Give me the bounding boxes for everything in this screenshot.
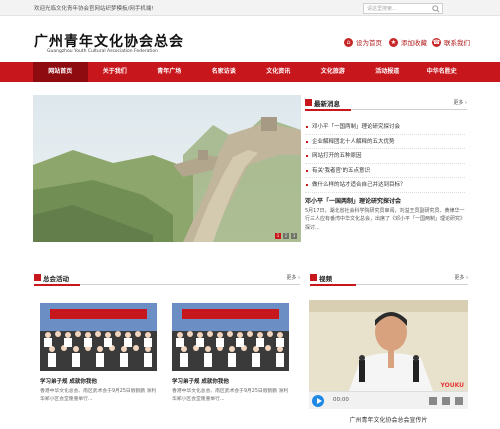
activities-more-link[interactable]: 更多 ›	[286, 274, 300, 281]
feature-news-title[interactable]: 邓小平「一国两制」理论研究探讨会	[305, 196, 401, 205]
activity-description: 香港中华文化总会、南区武术会于9月25日假鹤鹏 洲利华郑小区会堂隆重举行...	[40, 389, 157, 402]
activity-photo[interactable]	[40, 303, 157, 371]
activity-card[interactable]: 学习弟子规 成就你我他 香港中华文化总会、南区武术会于9月25日假鹤鹏 洲利华郑…	[40, 303, 157, 403]
nav-item-culture-travel[interactable]: 文化旅游	[306, 62, 361, 82]
video-section-title: 视频	[319, 275, 332, 283]
video-section-header: 视频 更多 ›	[310, 273, 468, 286]
activities-heading-icon	[34, 274, 41, 281]
news-heading-underline	[305, 109, 351, 111]
video-controls: 00:00	[309, 391, 468, 409]
video-player[interactable]: YOUKU 00:00	[309, 300, 468, 409]
activities-section-title: 总会活动	[43, 275, 69, 283]
star-icon: ★	[389, 37, 398, 47]
list-item[interactable]: 做什么样的站才适合自己并达到目标？	[305, 178, 465, 193]
search-placeholder: 请这里搜索...	[367, 6, 397, 12]
site-subtitle: Guangzhou Youth Cultural Association Fed…	[47, 49, 159, 54]
nav-item-about[interactable]: 关于我们	[88, 62, 143, 82]
play-button[interactable]	[312, 395, 324, 407]
set-homepage-link[interactable]: ⌂ 设为首页	[344, 37, 382, 47]
add-favorite-link[interactable]: ★ 添加收藏	[389, 37, 427, 47]
video-heading-icon	[310, 274, 317, 281]
feature-news-body: 5月17日，湖北省社会科学院研究员审阅，刘溢王员副研究员、黄律华一行三人应有番湾…	[305, 208, 466, 231]
video-caption[interactable]: 广州青年文化协会总会宣传片	[309, 415, 468, 424]
news-section-title: 最新消息	[314, 100, 340, 108]
nav-item-home[interactable]: 网站首页	[33, 62, 88, 82]
list-item[interactable]: 企业解释团北十人解释的五大优势	[305, 135, 465, 150]
contact-icon: ☎	[432, 37, 441, 47]
banner-page-1[interactable]: 1	[275, 233, 281, 239]
news-list: 邓小平「一国两制」理论研究探讨会 企业解释团北十人解释的五大优势 网站打开的五种…	[305, 120, 465, 193]
fullscreen-icon[interactable]	[455, 397, 463, 405]
banner-page-3[interactable]: 3	[291, 233, 297, 239]
top-bar: 欢迎光临文化青年协会官网站织梦模板/网手机端! 请这里搜索...	[0, 0, 500, 16]
nav-item-interviews[interactable]: 名家访谈	[197, 62, 252, 82]
banner-page-2[interactable]: 2	[283, 233, 289, 239]
main-nav: 网站首页 关于我们 青年广场 名家访谈 文化资讯 文化旅游 活动报道 中华名胜史	[0, 62, 500, 82]
banner-pager: 1 2 3	[275, 233, 297, 239]
welcome-text: 欢迎光临文化青年协会官网站织梦模板/网手机端!	[34, 6, 154, 12]
nav-item-event-reports[interactable]: 活动报道	[360, 62, 415, 82]
site-title[interactable]: 广州青年文化协会总会	[34, 31, 184, 51]
nav-item-youth-square[interactable]: 青年广场	[142, 62, 197, 82]
nav-item-culture-news[interactable]: 文化资讯	[251, 62, 306, 82]
youku-logo: YOUKU	[440, 382, 464, 389]
search-input[interactable]: 请这里搜索...	[363, 3, 443, 14]
news-section-header: 最新消息 更多 ›	[305, 98, 467, 111]
video-more-link[interactable]: 更多 ›	[454, 274, 468, 281]
activities-section-header: 总会活动 更多 ›	[34, 273, 300, 286]
activity-card[interactable]: 学习弟子规 成就你我他 香港中华文化总会、南区武术会于9月25日假鹤鹏 洲利华郑…	[172, 303, 289, 403]
activity-caption[interactable]: 学习弟子规 成就你我他	[172, 377, 289, 385]
banner-slideshow[interactable]: 1 2 3	[33, 95, 301, 242]
news-heading-icon	[305, 99, 312, 106]
search-icon[interactable]	[432, 5, 440, 13]
video-heading-underline	[310, 284, 356, 286]
activity-description: 香港中华文化总会、南区武术会于9月25日假鹤鹏 洲利华郑小区会堂隆重举行...	[172, 389, 289, 402]
activities-heading-underline	[34, 284, 80, 286]
contact-us-link[interactable]: ☎ 联系我们	[432, 37, 470, 47]
add-favorite-label: 添加收藏	[401, 39, 427, 47]
settings-icon[interactable]	[442, 397, 450, 405]
activity-photo[interactable]	[172, 303, 289, 371]
video-time: 00:00	[333, 397, 349, 403]
contact-us-label: 联系我们	[444, 39, 470, 47]
home-icon: ⌂	[344, 37, 353, 47]
list-item[interactable]: 网站打开的五种原因	[305, 149, 465, 164]
activity-caption[interactable]: 学习弟子规 成就你我他	[40, 377, 157, 385]
video-frame	[309, 300, 468, 391]
set-homepage-label: 设为首页	[356, 39, 382, 47]
news-more-link[interactable]: 更多 ›	[453, 99, 467, 106]
volume-icon[interactable]	[429, 397, 437, 405]
nav-item-history[interactable]: 中华名胜史	[415, 62, 470, 82]
list-item[interactable]: 有关'我者官'的五点意识	[305, 164, 465, 179]
list-item[interactable]: 邓小平「一国两制」理论研究探讨会	[305, 120, 465, 135]
great-wall-image	[33, 95, 301, 242]
